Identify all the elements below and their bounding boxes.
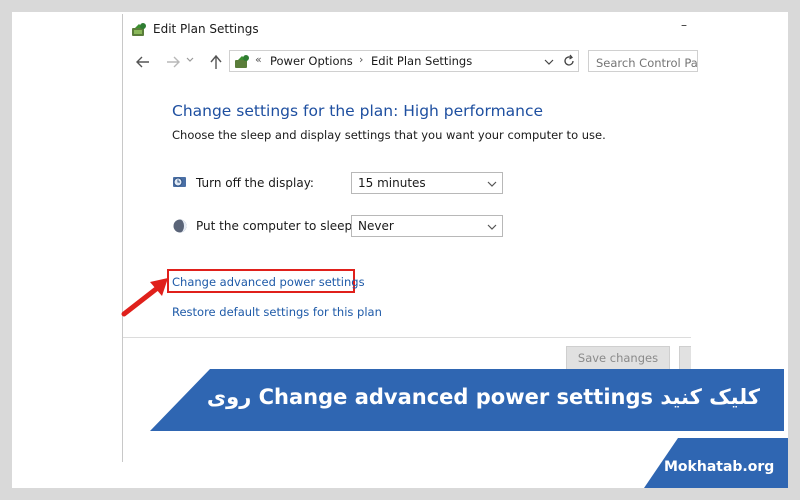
breadcrumb-power-options[interactable]: Power Options xyxy=(270,54,353,68)
sleep-moon-icon xyxy=(173,219,187,233)
restore-default-settings-link[interactable]: Restore default settings for this plan xyxy=(172,305,382,319)
breadcrumb-overflow[interactable]: « xyxy=(255,53,262,66)
power-options-icon xyxy=(132,23,146,36)
navigation-bar: « Power Options › Edit Plan Settings xyxy=(123,48,698,76)
up-arrow-icon[interactable] xyxy=(209,54,223,70)
save-changes-button[interactable]: Save changes xyxy=(566,346,670,370)
page-subheading: Choose the sleep and display settings th… xyxy=(172,128,606,142)
page-heading: Change settings for the plan: High perfo… xyxy=(172,102,544,120)
sleep-timeout-value: Never xyxy=(358,219,394,233)
display-timeout-value: 15 minutes xyxy=(358,176,426,190)
change-advanced-power-settings-link[interactable]: Change advanced power settings xyxy=(172,275,365,289)
refresh-icon[interactable] xyxy=(562,54,576,68)
breadcrumb-separator: › xyxy=(359,53,364,66)
brand-watermark: Mokhatab.org xyxy=(664,459,775,475)
instruction-banner-text: روی Change advanced power settings کلیک … xyxy=(206,385,760,409)
minimize-button[interactable]: – xyxy=(681,18,691,34)
cancel-button[interactable] xyxy=(679,346,691,370)
window-title: Edit Plan Settings xyxy=(153,22,259,36)
sleep-timeout-label: Put the computer to sleep: xyxy=(196,219,357,233)
title-bar: Edit Plan Settings – xyxy=(123,14,691,46)
address-dropdown-icon[interactable] xyxy=(544,58,554,66)
sleep-timeout-select[interactable]: Never xyxy=(351,215,503,237)
red-pointer-arrow-icon xyxy=(121,278,168,317)
display-timeout-select[interactable]: 15 minutes xyxy=(351,172,503,194)
footer-divider xyxy=(123,337,691,338)
address-bar[interactable]: « Power Options › Edit Plan Settings xyxy=(229,50,579,72)
breadcrumb-edit-plan-settings[interactable]: Edit Plan Settings xyxy=(371,54,472,68)
recent-locations-chevron-icon[interactable] xyxy=(186,57,194,63)
search-input[interactable] xyxy=(588,50,698,72)
control-panel-icon xyxy=(235,55,249,68)
back-arrow-icon[interactable] xyxy=(135,55,151,69)
display-clock-icon xyxy=(173,177,186,187)
forward-arrow-icon[interactable] xyxy=(165,55,181,69)
chevron-down-icon xyxy=(487,224,497,230)
display-timeout-label: Turn off the display: xyxy=(196,176,314,190)
chevron-down-icon xyxy=(487,181,497,187)
